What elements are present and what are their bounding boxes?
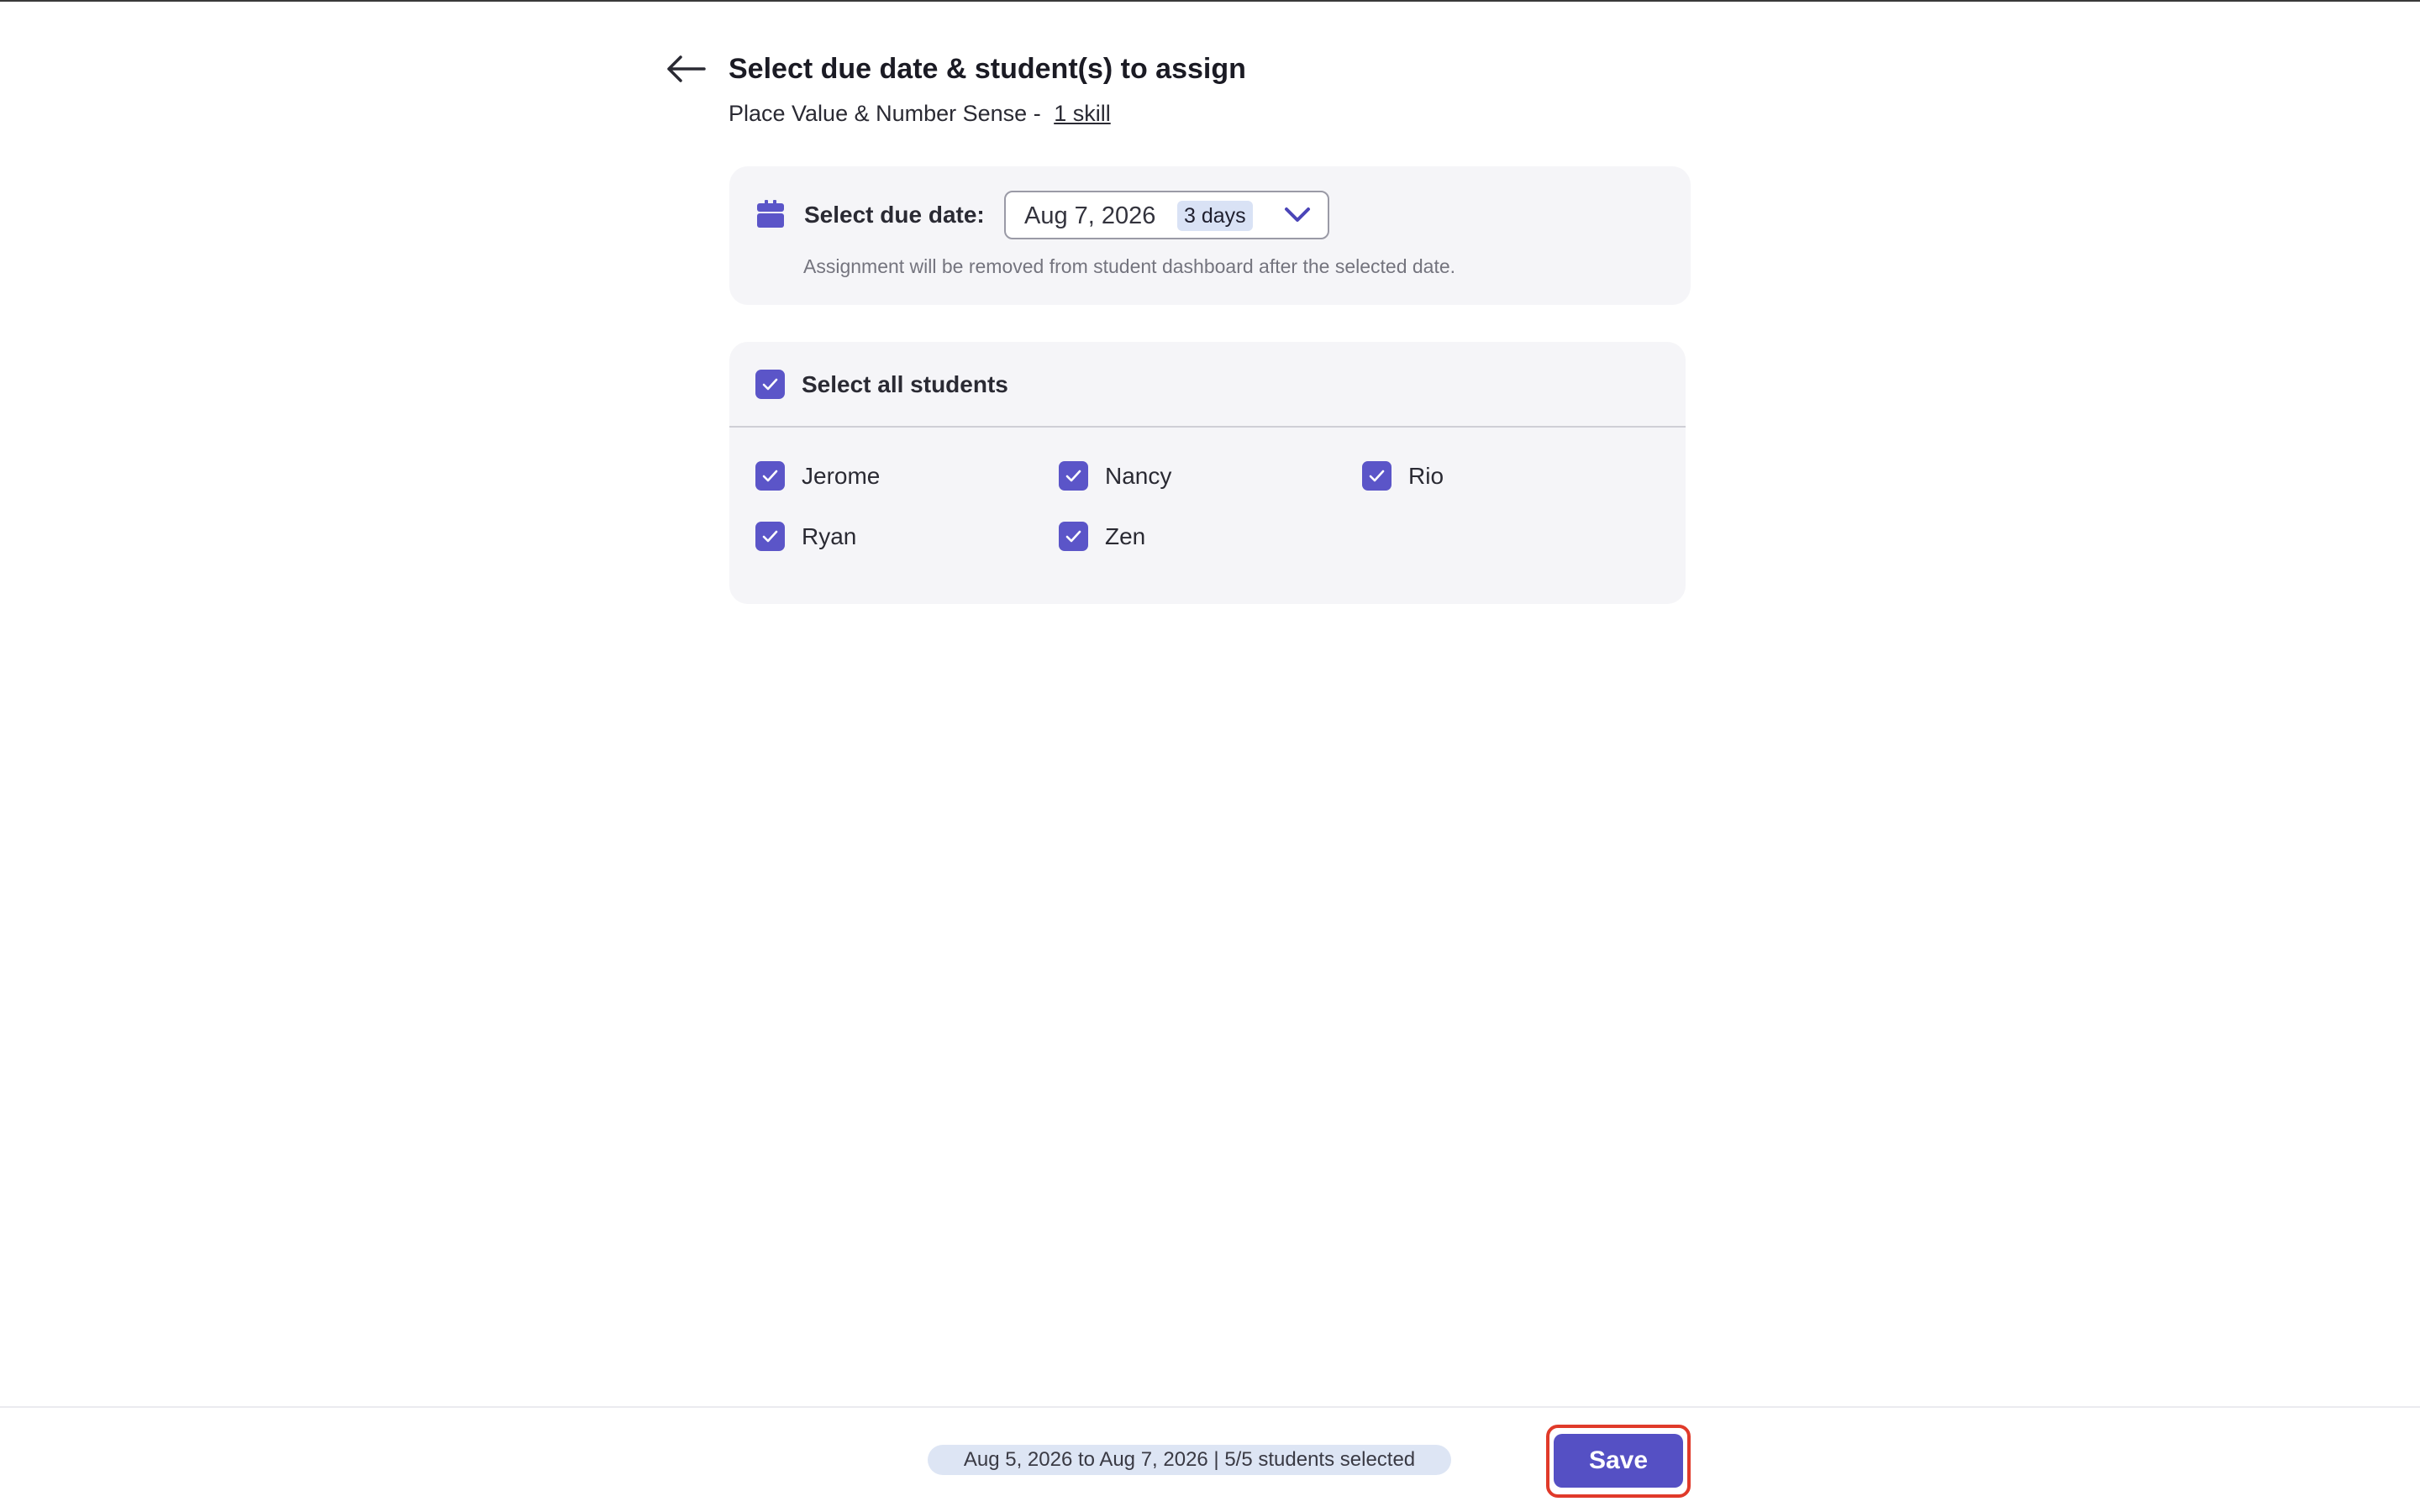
checkmark-icon [762,530,778,543]
student-checkbox-rio[interactable] [1362,461,1392,491]
due-date-hint: Assignment will be removed from student … [803,255,1456,277]
chevron-down-icon [1285,207,1310,222]
footer-divider [0,1406,2420,1408]
student-label-rio[interactable]: Rio [1408,461,1444,491]
days-remaining-badge: 3 days [1177,201,1253,231]
skills-link[interactable]: 1 skill [1054,101,1111,126]
student-checkbox-jerome[interactable] [755,461,785,491]
assignment-subtitle: Place Value & Number Sense - 1 skill [729,98,1111,129]
page-title: Select due date & student(s) to assign [729,53,1246,85]
top-border [0,0,2420,2]
due-date-label: Select due date: [804,202,985,228]
topic-name: Place Value & Number Sense - [729,101,1041,126]
arrow-left-icon [667,55,706,82]
save-button[interactable]: Save [1554,1434,1683,1488]
checkmark-icon [762,378,778,391]
student-label-ryan[interactable]: Ryan [802,522,856,552]
student-label-zen[interactable]: Zen [1105,522,1145,552]
checkmark-icon [762,470,778,482]
select-all-checkbox[interactable] [755,370,785,399]
select-all-label[interactable]: Select all students [802,370,1008,400]
student-checkbox-ryan[interactable] [755,522,785,551]
due-date-dropdown[interactable]: Aug 7, 2026 3 days [1004,191,1329,239]
student-checkbox-zen[interactable] [1059,522,1088,551]
calendar-icon [757,200,784,228]
students-divider [729,426,1686,428]
student-label-jerome[interactable]: Jerome [802,461,880,491]
student-label-nancy[interactable]: Nancy [1105,461,1171,491]
back-button[interactable] [664,52,708,86]
checkmark-icon [1369,470,1385,482]
checkmark-icon [1065,470,1081,482]
student-checkbox-nancy[interactable] [1059,461,1088,491]
due-date-value: Aug 7, 2026 [1024,202,1156,229]
selection-summary: Aug 5, 2026 to Aug 7, 2026 | 5/5 student… [928,1445,1451,1475]
checkmark-icon [1065,530,1081,543]
